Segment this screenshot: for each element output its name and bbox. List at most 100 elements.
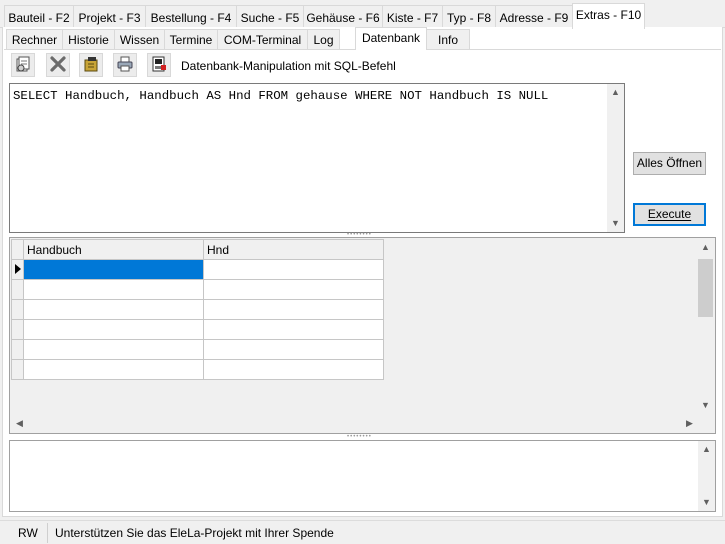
scroll-down-icon[interactable]: ▼ xyxy=(698,494,715,511)
tab-label: Bauteil - F2 xyxy=(8,11,70,25)
scroll-down-icon[interactable]: ▼ xyxy=(607,215,624,232)
tab-bestellung[interactable]: Bestellung - F4 xyxy=(145,5,237,28)
status-message: Unterstützen Sie das EleLa-Projekt mit I… xyxy=(55,526,334,540)
main-tab-bar: Bauteil - F2 Projekt - F3 Bestellung - F… xyxy=(0,3,725,29)
tab-label: Rechner xyxy=(11,33,58,47)
delete-button[interactable] xyxy=(46,53,70,77)
button-label: Alles Öffnen xyxy=(636,156,703,170)
tab-label: Extras - F10 xyxy=(575,8,642,22)
open-query-button[interactable] xyxy=(11,53,35,77)
status-mode: RW xyxy=(18,526,38,540)
tab-label: Log xyxy=(313,33,334,47)
row-indicator xyxy=(11,359,24,380)
subtab-wissen[interactable]: Wissen xyxy=(114,29,165,49)
subtab-datenbank[interactable]: Datenbank xyxy=(355,27,427,50)
grid-cell[interactable] xyxy=(23,359,204,380)
grid-horizontal-scrollbar[interactable]: ◀ ▶ xyxy=(11,415,698,432)
row-indicator xyxy=(11,339,24,360)
tab-extras[interactable]: Extras - F10 xyxy=(572,3,645,29)
sql-text: SELECT Handbuch, Handbuch AS Hnd FROM ge… xyxy=(13,89,549,103)
tab-label: Bestellung - F4 xyxy=(150,11,232,25)
tab-kiste[interactable]: Kiste - F7 xyxy=(382,5,443,28)
current-row-icon xyxy=(14,263,21,274)
grid-cell[interactable] xyxy=(203,359,384,380)
table-row[interactable] xyxy=(11,279,384,300)
row-indicator xyxy=(11,259,24,280)
tab-suche[interactable]: Suche - F5 xyxy=(236,5,304,28)
tab-label: Datenbank xyxy=(361,31,421,45)
grid-cell[interactable] xyxy=(203,319,384,340)
tab-label: Historie xyxy=(68,33,109,47)
grid-header-row: Handbuch Hnd xyxy=(11,239,384,260)
scroll-up-icon[interactable]: ▲ xyxy=(698,441,715,458)
execute-button[interactable]: Execute xyxy=(633,203,706,226)
table-row[interactable] xyxy=(11,339,384,360)
subtab-log[interactable]: Log xyxy=(307,29,340,49)
table-row[interactable] xyxy=(11,299,384,320)
print-icon xyxy=(116,55,134,76)
open-query-icon xyxy=(14,55,32,76)
tab-label: Termine xyxy=(169,33,213,47)
scroll-right-icon[interactable]: ▶ xyxy=(681,415,698,432)
grid-corner xyxy=(11,239,24,260)
button-label: Execute xyxy=(647,207,692,221)
grid-cell[interactable] xyxy=(23,299,204,320)
grid-cell[interactable] xyxy=(203,279,384,300)
table-row[interactable] xyxy=(11,359,384,380)
grid-cell[interactable] xyxy=(203,339,384,360)
status-bar: RW Unterstützen Sie das EleLa-Projekt mi… xyxy=(0,520,725,544)
subtab-termine[interactable]: Termine xyxy=(164,29,218,49)
tab-bauteil[interactable]: Bauteil - F2 xyxy=(4,5,74,28)
subtab-rechner[interactable]: Rechner xyxy=(6,29,63,49)
row-indicator xyxy=(11,319,24,340)
scroll-thumb[interactable] xyxy=(698,259,713,317)
row-indicator xyxy=(11,299,24,320)
table-row[interactable] xyxy=(11,259,384,280)
subtab-com-terminal[interactable]: COM-Terminal xyxy=(217,29,308,49)
tab-typ[interactable]: Typ - F8 xyxy=(442,5,496,28)
toolbar-title: Datenbank-Manipulation mit SQL-Befehl xyxy=(181,59,396,73)
open-all-button[interactable]: Alles Öffnen xyxy=(633,152,706,175)
grid-cell[interactable] xyxy=(23,259,204,280)
clear-icon xyxy=(82,55,100,76)
tab-label: Suche - F5 xyxy=(240,11,300,25)
grid-cell[interactable] xyxy=(203,299,384,320)
tab-label: Adresse - F9 xyxy=(499,11,569,25)
scroll-up-icon[interactable]: ▲ xyxy=(697,239,714,256)
scroll-left-icon[interactable]: ◀ xyxy=(11,415,28,432)
sql-scrollbar[interactable]: ▲ ▼ xyxy=(607,84,624,232)
grid-cell[interactable] xyxy=(23,319,204,340)
delete-icon xyxy=(49,55,67,76)
subtab-info[interactable]: Info xyxy=(426,29,470,49)
grid-cell[interactable] xyxy=(23,339,204,360)
log-output[interactable]: ▲ ▼ xyxy=(9,440,716,512)
status-separator xyxy=(47,523,48,543)
row-indicator xyxy=(11,279,24,300)
print-button[interactable] xyxy=(113,53,137,77)
tab-projekt[interactable]: Projekt - F3 xyxy=(73,5,146,28)
grid-vertical-scrollbar[interactable]: ▲ ▼ xyxy=(697,239,714,414)
scroll-down-icon[interactable]: ▼ xyxy=(697,397,714,414)
tab-label: Gehäuse - F6 xyxy=(306,11,380,25)
grid-column-header[interactable]: Hnd xyxy=(203,239,384,260)
grid-cell[interactable] xyxy=(203,259,384,280)
tab-label: Wissen xyxy=(119,33,160,47)
tab-gehaeuse[interactable]: Gehäuse - F6 xyxy=(303,5,383,28)
subtab-historie[interactable]: Historie xyxy=(62,29,115,49)
splitter-handle-bottom[interactable]: •••••••• xyxy=(347,434,372,440)
export-icon xyxy=(150,55,168,76)
log-scrollbar[interactable]: ▲ ▼ xyxy=(698,441,715,511)
sql-input[interactable]: SELECT Handbuch, Handbuch AS Hnd FROM ge… xyxy=(9,83,625,233)
tab-label: Kiste - F7 xyxy=(386,11,439,25)
table-row[interactable] xyxy=(11,319,384,340)
scroll-up-icon[interactable]: ▲ xyxy=(607,84,624,101)
clear-button[interactable] xyxy=(79,53,103,77)
tab-label: COM-Terminal xyxy=(223,33,302,47)
tab-adresse[interactable]: Adresse - F9 xyxy=(495,5,573,28)
grid-cell[interactable] xyxy=(23,279,204,300)
result-grid[interactable]: Handbuch Hnd xyxy=(11,239,384,380)
export-button[interactable] xyxy=(147,53,171,77)
grid-column-header[interactable]: Handbuch xyxy=(23,239,204,260)
tab-label: Projekt - F3 xyxy=(78,11,141,25)
result-grid-frame: Handbuch Hnd ▲ ▼ ◀ ▶ xyxy=(9,237,716,434)
